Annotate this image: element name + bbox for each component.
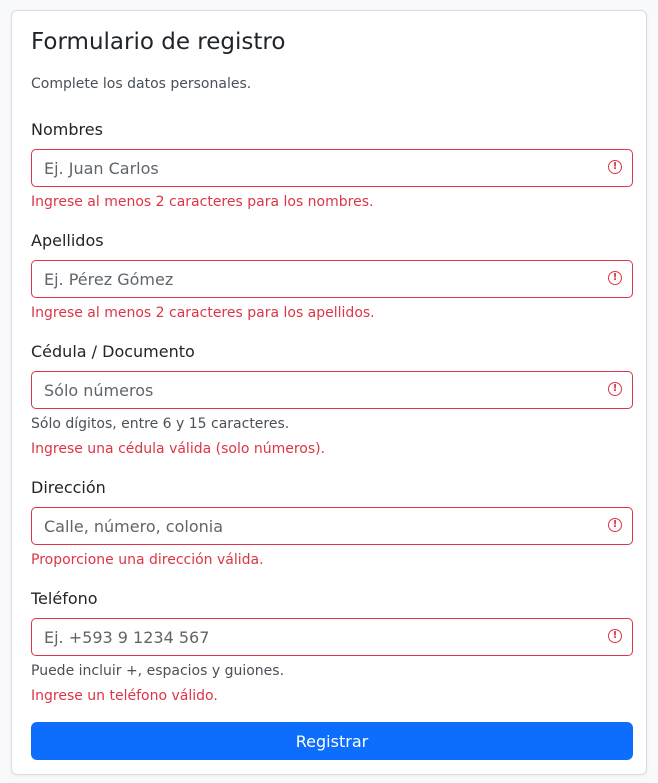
cedula-error: Ingrese una cédula válida (solo números)…: [31, 441, 326, 457]
exclamation-circle-icon: !: [608, 518, 622, 532]
telefono-label: Teléfono: [31, 589, 98, 608]
nombres-error: Ingrese al menos 2 caracteres para los n…: [31, 194, 374, 210]
nombres-field: !: [31, 149, 633, 187]
registration-form-card: Formulario de registro Complete los dato…: [11, 10, 647, 775]
nombres-label: Nombres: [31, 120, 103, 139]
exclamation-circle-icon: !: [608, 629, 622, 643]
direccion-input[interactable]: [32, 508, 592, 544]
cedula-input[interactable]: [32, 372, 592, 408]
telefono-input[interactable]: [32, 619, 592, 655]
cedula-label: Cédula / Documento: [31, 342, 195, 361]
direccion-label: Dirección: [31, 478, 106, 497]
direccion-field: !: [31, 507, 633, 545]
exclamation-circle-icon: !: [608, 160, 622, 174]
form-subtitle: Complete los datos personales.: [31, 76, 252, 92]
telefono-field: !: [31, 618, 633, 656]
exclamation-circle-icon: !: [608, 382, 622, 396]
direccion-error: Proporcione una dirección válida.: [31, 552, 264, 568]
apellidos-error: Ingrese al menos 2 caracteres para los a…: [31, 305, 375, 321]
nombres-input[interactable]: [32, 150, 592, 186]
apellidos-label: Apellidos: [31, 231, 104, 250]
telefono-error: Ingrese un teléfono válido.: [31, 688, 218, 704]
telefono-help-text: Puede incluir +, espacios y guiones.: [31, 663, 285, 679]
apellidos-field: !: [31, 260, 633, 298]
apellidos-input[interactable]: [32, 261, 592, 297]
cedula-help-text: Sólo dígitos, entre 6 y 15 caracteres.: [31, 416, 290, 432]
cedula-field: !: [31, 371, 633, 409]
form-title: Formulario de registro: [31, 29, 286, 55]
exclamation-circle-icon: !: [608, 271, 622, 285]
register-button[interactable]: Registrar: [31, 722, 633, 760]
